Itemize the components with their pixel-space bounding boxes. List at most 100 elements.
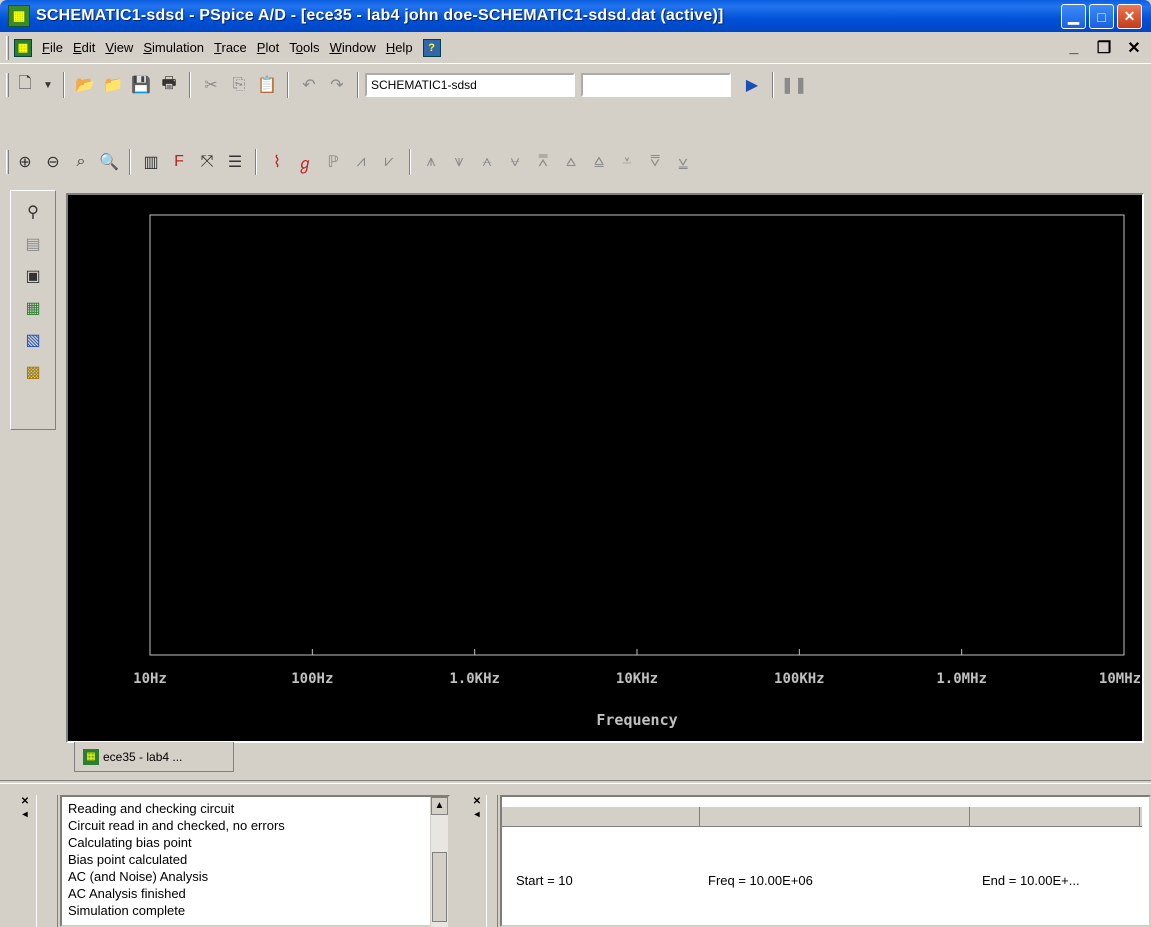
x-tick-label: 1.0MHz [936,671,987,687]
simulation-section-field[interactable] [581,73,731,97]
plot-area[interactable] [149,214,1125,656]
log-line: Bias point calculated [68,852,188,867]
simulation-output-log[interactable]: Reading and checking circuit Circuit read… [60,795,450,927]
simulation-status-pane: Start = 10 Freq = 10.00E+06 End = 10.00E… [500,795,1151,927]
menu-simulation[interactable]: Simulation [143,40,204,55]
cursor-search-icon[interactable]: ⩠ [588,151,610,173]
separator [772,72,774,98]
simulation-settings-icon[interactable]: ▧ [22,329,44,351]
zoom-out-icon[interactable]: ⊖ [42,151,64,173]
zoom-in-icon[interactable]: ⊕ [14,151,36,173]
performance-analysis-icon[interactable]: ⤧ [196,151,218,173]
document-system-menu-icon[interactable]: ▦ [14,38,32,57]
pspice-app-icon[interactable]: ▦ [8,5,30,27]
menu-view[interactable]: View [105,40,133,55]
zoom-area-icon[interactable]: ⌕ [70,151,92,173]
label-point-icon[interactable]: ⩗ [378,151,400,173]
pane-splitter[interactable] [0,780,1151,784]
log-line: Simulation complete [68,903,186,918]
menubar-grip[interactable] [6,35,9,60]
close-window-button[interactable]: ✕ [1117,4,1142,29]
redo-icon[interactable]: ↷ [326,74,348,96]
plot-tab-label: ece35 - lab4 ... [103,749,183,764]
separator [63,72,65,98]
scroll-up-icon[interactable]: ▲ [431,797,448,815]
log-x-axis-icon[interactable]: ▥ [140,151,162,173]
x-axis-label: Frequency [596,711,677,729]
output-pane-grip[interactable] [36,795,58,927]
plot-window[interactable]: 10Hz 100Hz 1.0KHz 10KHz 100KHz 1.0MHz 10MHz Fr… [66,193,1144,743]
undo-icon[interactable]: ↶ [298,74,320,96]
close-output-pane-icon[interactable]: ✕ ◂ [18,795,32,823]
eval-goal-function-icon[interactable]: ⌇ [266,151,288,173]
mark-label-icon[interactable]: ℙ [322,151,344,173]
log-line: Reading and checking circuit [68,801,235,816]
cursor-point-icon[interactable]: ⩟ [560,151,582,173]
fourier-icon[interactable]: F [168,151,190,173]
add-text-label-icon[interactable]: ℊ [294,151,316,173]
status-pane-grip[interactable] [486,795,498,927]
view-simulation-queue-icon[interactable]: ▤ [22,233,44,255]
view-output-file-icon[interactable]: ▣ [22,265,44,287]
log-line: Calculating bias point [68,835,192,850]
start-value: Start = 10 [516,873,573,888]
log-line: Circuit read in and checked, no errors [68,818,285,833]
cursor-slope-icon[interactable]: ⩜ [476,151,498,173]
menu-tools[interactable]: Tools [289,40,319,55]
new-dropdown-icon[interactable]: ▼ [42,74,54,96]
separator [255,149,257,175]
cursor-min-icon[interactable]: ⩝ [504,151,526,173]
simulation-profile-field[interactable]: SCHEMATIC1-sdsd [365,73,575,97]
mdi-restore-button[interactable]: ❐ [1093,36,1115,60]
scroll-thumb[interactable] [432,852,447,922]
paste-icon[interactable]: 📋 [256,74,278,96]
label-line-icon[interactable]: ⩘ [350,151,372,173]
mdi-close-button[interactable]: ✕ [1123,36,1145,60]
toolbar-grip[interactable] [6,73,9,97]
zoom-fit-icon[interactable]: 🔍 [98,151,120,173]
maximize-window-button[interactable]: □ [1089,4,1114,29]
help-context-icon[interactable]: ? [422,38,441,57]
separator [189,72,191,98]
save-icon[interactable]: 💾 [130,74,152,96]
menu-plot[interactable]: Plot [257,40,279,55]
cut-icon[interactable]: ✂ [200,74,222,96]
copy-icon[interactable]: ⎘ [228,74,250,96]
open-folder-icon[interactable]: 📁 [102,74,124,96]
status-header-cell [502,807,700,827]
x-tick-label: 10Hz [133,671,167,687]
view-waveform-icon[interactable]: ▩ [22,361,44,383]
log-line: AC (and Noise) Analysis [68,869,209,884]
cursor-peak-icon[interactable]: ⩚ [420,151,442,173]
menu-file[interactable]: File [42,40,63,55]
cursor-trough-icon[interactable]: ⩛ [448,151,470,173]
open-file-icon[interactable]: 📂 [74,74,96,96]
minimize-window-button[interactable]: ▁ [1061,4,1086,29]
toolbar-grip[interactable] [6,150,9,174]
close-status-pane-icon[interactable]: ✕ ◂ [470,795,484,823]
plot-tab[interactable]: ▦ ece35 - lab4 ... [74,742,234,772]
mark-data-points-icon[interactable]: ⩣ [672,151,694,173]
output-log-scrollbar[interactable]: ▲ [430,797,448,927]
mdi-minimize-button[interactable]: _ [1063,36,1085,60]
menu-help[interactable]: Help [386,40,413,55]
cursor-prev-transition-icon[interactable]: ⩢ [644,151,666,173]
cursor-next-transition-icon[interactable]: ⩡ [616,151,638,173]
menu-items: File Edit View Simulation Trace Plot Tools Wind… [32,40,413,55]
add-trace-icon[interactable]: ☰ [224,151,246,173]
status-header [502,807,1142,827]
separator [287,72,289,98]
menu-edit[interactable]: Edit [73,40,95,55]
new-file-icon[interactable]: 🗋 [14,74,36,96]
x-tick-label: 1.0KHz [449,671,500,687]
frequency-plot[interactable]: 10Hz 100Hz 1.0KHz 10KHz 100KHz 1.0MHz 10MHz Fr… [68,195,1142,741]
pause-simulation-icon[interactable]: ❚❚ [781,74,808,96]
cursor-max-icon[interactable]: ⩞ [532,151,554,173]
run-simulation-icon[interactable]: ▶ [741,74,763,96]
left-vertical-toolbar: ⚲ ▤ ▣ ▦ ▧ ▩ [10,190,56,430]
view-simulation-results-icon[interactable]: ▦ [22,297,44,319]
menu-window[interactable]: Window [330,40,376,55]
probe-icon[interactable]: ⚲ [22,201,44,223]
menu-trace[interactable]: Trace [214,40,247,55]
print-icon[interactable]: 🖶 [158,74,180,96]
